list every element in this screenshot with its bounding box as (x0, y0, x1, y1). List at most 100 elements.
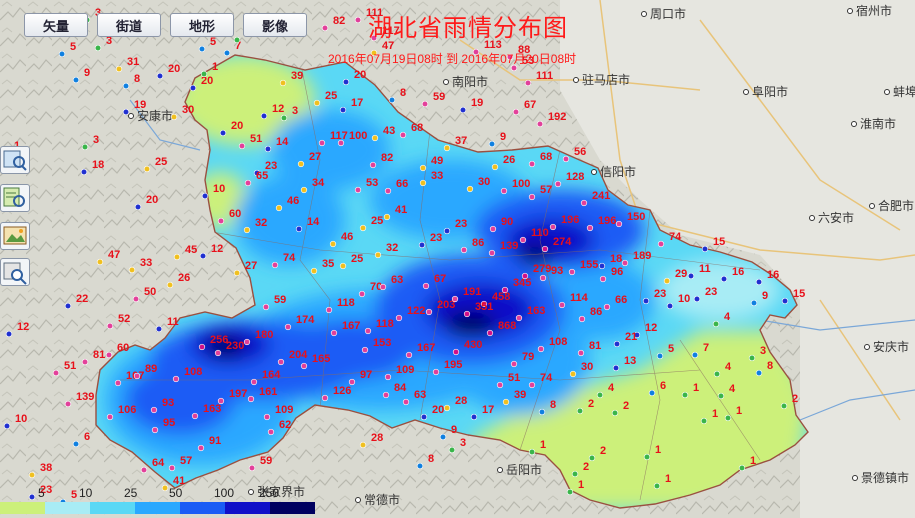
rain-station-marker[interactable] (72, 76, 80, 84)
rain-station-marker[interactable] (52, 369, 60, 377)
rain-station-marker[interactable] (613, 340, 621, 348)
rain-station-marker[interactable] (588, 454, 596, 462)
rain-station-marker[interactable] (569, 370, 577, 378)
rain-station-marker[interactable] (295, 225, 303, 233)
rain-station-marker[interactable] (459, 106, 467, 114)
rain-station-marker[interactable] (566, 488, 574, 496)
rain-station-marker[interactable] (656, 352, 664, 360)
rain-station-marker[interactable] (5, 330, 13, 338)
rain-station-marker[interactable] (330, 329, 338, 337)
rain-station-marker[interactable] (524, 79, 532, 87)
zoom-query-icon[interactable] (0, 146, 30, 174)
rain-station-marker[interactable] (105, 351, 113, 359)
imagery-map-button[interactable]: 影像 (243, 13, 307, 37)
rain-station-marker[interactable] (200, 70, 208, 78)
rain-station-marker[interactable] (611, 409, 619, 417)
rain-station-marker[interactable] (128, 266, 136, 274)
rain-station-marker[interactable] (263, 413, 271, 421)
rain-station-marker[interactable] (275, 204, 283, 212)
rain-station-marker[interactable] (364, 327, 372, 335)
rain-station-marker[interactable] (701, 245, 709, 253)
rain-station-marker[interactable] (318, 139, 326, 147)
rain-station-marker[interactable] (223, 49, 231, 57)
rain-station-marker[interactable] (382, 391, 390, 399)
rain-station-marker[interactable] (528, 160, 536, 168)
rain-station-marker[interactable] (489, 225, 497, 233)
rain-station-marker[interactable] (244, 179, 252, 187)
rain-station-marker[interactable] (28, 471, 36, 479)
route-icon[interactable] (0, 258, 30, 286)
rain-station-marker[interactable] (233, 269, 241, 277)
rain-station-marker[interactable] (648, 389, 656, 397)
rain-station-marker[interactable] (512, 108, 520, 116)
rain-station-marker[interactable] (58, 50, 66, 58)
rain-station-marker[interactable] (486, 329, 494, 337)
rain-station-marker[interactable] (541, 245, 549, 253)
rain-station-marker[interactable] (280, 114, 288, 122)
rain-station-marker[interactable] (750, 299, 758, 307)
rain-station-marker[interactable] (515, 314, 523, 322)
rain-station-marker[interactable] (537, 345, 545, 353)
rain-station-marker[interactable] (361, 346, 369, 354)
rain-station-marker[interactable] (422, 282, 430, 290)
rain-station-marker[interactable] (687, 272, 695, 280)
rain-station-marker[interactable] (140, 466, 148, 474)
rain-station-marker[interactable] (28, 493, 36, 501)
rain-station-marker[interactable] (197, 444, 205, 452)
rain-station-marker[interactable] (201, 192, 209, 200)
rain-station-marker[interactable] (653, 482, 661, 490)
rain-station-marker[interactable] (198, 45, 206, 53)
rain-station-marker[interactable] (439, 433, 447, 441)
rain-station-marker[interactable] (156, 72, 164, 80)
rain-station-marker[interactable] (388, 96, 396, 104)
rain-station-marker[interactable] (72, 440, 80, 448)
rain-station-marker[interactable] (488, 249, 496, 257)
rain-station-marker[interactable] (198, 343, 206, 351)
rain-station-marker[interactable] (536, 120, 544, 128)
rain-station-marker[interactable] (466, 185, 474, 193)
rain-station-marker[interactable] (755, 369, 763, 377)
rain-station-marker[interactable] (643, 453, 651, 461)
rain-station-marker[interactable] (173, 253, 181, 261)
rain-station-marker[interactable] (150, 406, 158, 414)
rain-station-marker[interactable] (724, 414, 732, 422)
rain-station-marker[interactable] (425, 308, 433, 316)
layer-search-icon[interactable] (0, 184, 30, 212)
rain-station-marker[interactable] (612, 364, 620, 372)
rain-station-marker[interactable] (374, 251, 382, 259)
rain-station-marker[interactable] (133, 372, 141, 380)
rain-station-marker[interactable] (115, 65, 123, 73)
rain-station-marker[interactable] (598, 262, 606, 270)
rain-station-marker[interactable] (189, 84, 197, 92)
rain-station-marker[interactable] (528, 381, 536, 389)
rain-station-marker[interactable] (578, 315, 586, 323)
rain-station-marker[interactable] (3, 422, 11, 430)
rain-station-marker[interactable] (621, 259, 629, 267)
rain-station-marker[interactable] (681, 391, 689, 399)
rain-station-marker[interactable] (720, 275, 728, 283)
rain-station-marker[interactable] (502, 398, 510, 406)
rain-station-marker[interactable] (693, 295, 701, 303)
rain-station-marker[interactable] (443, 144, 451, 152)
rain-station-marker[interactable] (168, 464, 176, 472)
rain-station-marker[interactable] (577, 349, 585, 357)
rain-station-marker[interactable] (284, 323, 292, 331)
rain-station-marker[interactable] (528, 193, 536, 201)
rainfall-map[interactable]: 南阳市周口市 宿州市驻马店市阜阳市淮南市蚌埠信阳市六安市合肥市安庆市安康市常德市岳… (0, 0, 915, 518)
rain-station-marker[interactable] (354, 186, 362, 194)
rain-station-marker[interactable] (277, 358, 285, 366)
rain-station-marker[interactable] (155, 325, 163, 333)
rain-station-marker[interactable] (712, 320, 720, 328)
rain-station-marker[interactable] (348, 378, 356, 386)
rain-station-marker[interactable] (405, 351, 413, 359)
rain-station-marker[interactable] (419, 164, 427, 172)
rain-station-marker[interactable] (267, 428, 275, 436)
rain-station-marker[interactable] (416, 462, 424, 470)
rain-station-marker[interactable] (64, 400, 72, 408)
rain-station-marker[interactable] (81, 143, 89, 151)
rain-station-marker[interactable] (379, 283, 387, 291)
rain-station-marker[interactable] (219, 129, 227, 137)
rain-station-marker[interactable] (359, 224, 367, 232)
rain-station-marker[interactable] (755, 278, 763, 286)
rain-station-marker[interactable] (452, 348, 460, 356)
